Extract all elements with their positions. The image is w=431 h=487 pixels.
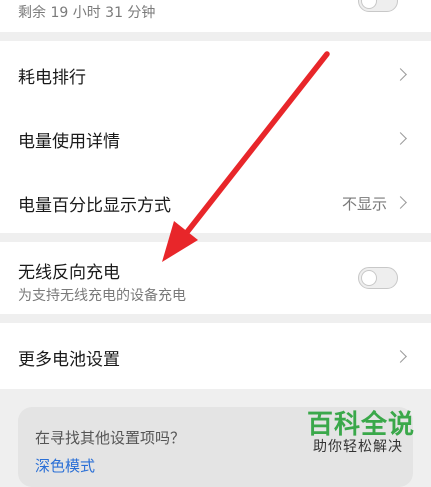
toggle-knob <box>361 270 377 286</box>
more-battery-settings-card: 更多电池设置 <box>0 323 431 389</box>
chevron-right-icon <box>394 196 407 209</box>
row-label: 更多电池设置 <box>18 350 120 370</box>
reverse-charging-label: 无线反向充电 <box>18 263 120 283</box>
reverse-charging-toggle[interactable] <box>358 267 398 289</box>
battery-settings-card: 耗电排行 电量使用详情 电量百分比显示方式 不显示 <box>0 41 431 233</box>
power-consumption-ranking-row[interactable]: 耗电排行 <box>0 41 431 105</box>
power-saving-toggle[interactable] <box>358 0 398 12</box>
toggle-knob <box>361 0 377 9</box>
reverse-charging-subtitle: 为支持无线充电的设备充电 <box>18 288 186 304</box>
battery-percentage-display-row[interactable]: 电量百分比显示方式 不显示 <box>0 169 431 233</box>
watermark: 百科全说 助你轻松解决 <box>300 400 431 465</box>
chevron-right-icon <box>394 68 407 81</box>
row-label: 电量使用详情 <box>18 132 120 152</box>
remaining-time-text: 剩余 19 小时 31 分钟 <box>18 5 156 21</box>
top-settings-card: 剩余 19 小时 31 分钟 <box>0 0 431 32</box>
more-battery-settings-row[interactable]: 更多电池设置 <box>0 323 431 389</box>
row-label: 电量百分比显示方式 <box>18 196 171 216</box>
battery-usage-details-row[interactable]: 电量使用详情 <box>0 105 431 169</box>
reverse-charging-card: 无线反向充电 为支持无线充电的设备充电 <box>0 242 431 314</box>
row-label: 耗电排行 <box>18 68 86 88</box>
dark-mode-link[interactable]: 深色模式 <box>35 455 95 476</box>
watermark-subtitle: 助你轻松解决 <box>313 439 403 455</box>
chevron-right-icon <box>394 350 407 363</box>
row-value: 不显示 <box>341 195 387 213</box>
chevron-right-icon <box>394 132 407 145</box>
suggestion-title: 在寻找其他设置项吗？ <box>35 429 186 447</box>
